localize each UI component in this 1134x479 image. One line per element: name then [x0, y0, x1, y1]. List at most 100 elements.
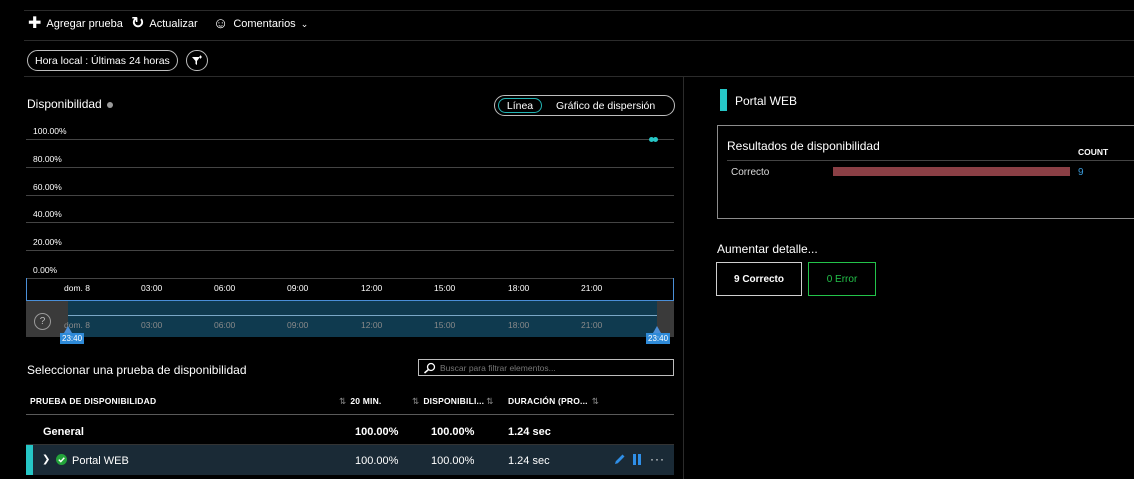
info-dot-icon: [106, 101, 113, 108]
time-brush[interactable]: [26, 301, 674, 337]
pause-icon[interactable]: [632, 454, 642, 465]
row-availability: 100.00%: [431, 455, 475, 467]
add-test-label: Agregar prueba: [46, 18, 123, 30]
col-header-duration[interactable]: DURACIÓN (PRO... ⇅: [508, 396, 603, 407]
sort-icon: ⇅: [486, 396, 494, 406]
col-header-20min[interactable]: ⇅ 20 MIN.: [339, 396, 382, 407]
y-tick-label: 100.00%: [33, 126, 67, 136]
chart-gridline: [26, 139, 674, 140]
x-tick-label: 03:00: [141, 283, 163, 293]
brush-tick-label: 21:00: [581, 320, 603, 330]
chart-gridline: [26, 194, 674, 196]
sort-icon: ⇅: [339, 396, 347, 406]
refresh-button[interactable]: ↻ Actualizar: [131, 14, 198, 34]
toggle-scatter[interactable]: Gráfico de dispersión: [556, 98, 655, 113]
toggle-line[interactable]: Línea: [498, 98, 542, 113]
feedback-button[interactable]: ☺ Comentarios ⌄: [213, 14, 308, 34]
col-header-availability-label: DISPONIBILI...: [423, 396, 485, 406]
add-filter-button[interactable]: [186, 50, 208, 71]
col-header-availability[interactable]: ⇅ DISPONIBILI... ⇅: [412, 396, 498, 407]
row-availability: 100.00%: [431, 426, 475, 438]
count-header: COUNT: [1078, 147, 1109, 157]
col-header-test-label: PRUEBA DE DISPONIBILIDAD: [30, 396, 157, 406]
row-duration: 1.24 sec: [508, 426, 551, 438]
refresh-label: Actualizar: [149, 18, 198, 30]
chevron-down-icon: ⌄: [300, 18, 309, 29]
brush-line: [26, 315, 674, 316]
result-count[interactable]: 9: [1078, 167, 1084, 178]
y-tick-label: 40.00%: [33, 209, 62, 220]
x-tick-label: 21:00: [581, 283, 603, 293]
success-filter-button[interactable]: 9 Correcto: [716, 262, 802, 296]
col-header-duration-label: DURACIÓN (PRO...: [508, 396, 588, 406]
search-icon: [424, 362, 436, 374]
chart-gridline: [26, 166, 674, 168]
feedback-label: Comentarios: [233, 18, 296, 30]
brush-end-time: 23:40: [646, 333, 671, 344]
row-name: General: [43, 426, 84, 438]
brush-marker-right-icon: [653, 326, 661, 333]
x-tick-label: 09:00: [287, 283, 309, 293]
drill-down-title: Aumentar detalle...: [717, 242, 818, 256]
add-test-button[interactable]: ✚ Agregar prueba: [28, 14, 123, 34]
results-title: Resultados de disponibilidad: [727, 139, 880, 153]
chevron-right-icon[interactable]: ❯: [42, 454, 50, 465]
brush-tick-label: 15:00: [434, 320, 456, 330]
toolbar-divider: [24, 10, 1134, 11]
more-options-icon[interactable]: ···: [650, 452, 665, 466]
search-box[interactable]: [418, 359, 674, 376]
row-duration: 1.24 sec: [508, 455, 550, 467]
chart-gridline: [26, 250, 674, 252]
y-tick-label: 0.00%: [33, 265, 58, 275]
x-tick-label: 15:00: [434, 283, 456, 293]
col-header-20min-label: 20 MIN.: [350, 396, 382, 406]
row-20min: 100.00%: [355, 426, 399, 438]
x-tick-label: 06:00: [214, 283, 236, 293]
result-label: Correcto: [731, 167, 770, 178]
y-tick-label: 20.00%: [33, 237, 62, 248]
toolbar-divider-bottom: [24, 40, 1134, 41]
row-20min: 100.00%: [355, 455, 399, 467]
x-tick-label: 12:00: [361, 283, 383, 293]
chart-title-text: Disponibilidad: [27, 97, 102, 111]
smiley-icon: ☺: [213, 15, 229, 32]
help-icon[interactable]: ?: [34, 313, 51, 330]
brush-tick-label: 12:00: [361, 320, 383, 330]
detail-title: Portal WEB: [735, 94, 798, 108]
row-accent: [26, 445, 33, 475]
row-name: Portal WEB: [72, 455, 129, 467]
chart-data-point[interactable]: [653, 137, 658, 142]
success-check-icon: [56, 454, 67, 465]
brush-marker-left-icon: [64, 326, 72, 333]
refresh-icon: ↻: [131, 15, 145, 32]
brush-start-time: 23:40: [60, 333, 85, 344]
col-header-test[interactable]: PRUEBA DE DISPONIBILIDAD: [30, 396, 156, 406]
results-divider: [727, 160, 1134, 161]
brush-tick-label: 06:00: [214, 320, 236, 330]
test-list-title: Seleccionar una prueba de disponibilidad: [27, 363, 247, 377]
x-tick-label: 18:00: [508, 283, 530, 293]
search-input[interactable]: [440, 362, 660, 373]
sort-icon: ⇅: [591, 396, 600, 406]
chart-type-toggle: Línea Gráfico de dispersión: [494, 95, 675, 116]
edit-icon[interactable]: [613, 453, 626, 466]
chart-x-axis-box: [26, 278, 674, 301]
table-header-divider: [26, 414, 674, 415]
section-divider: [24, 76, 1134, 77]
panel-divider: [683, 76, 684, 479]
sort-icon: ⇅: [412, 396, 420, 406]
chart-title: Disponibilidad: [27, 97, 113, 111]
chart-gridline: [26, 222, 674, 224]
brush-tick-label: 09:00: [287, 320, 309, 330]
toolbar: ✚ Agregar prueba ↻ Actualizar ☺ Comentar…: [0, 0, 1134, 44]
error-filter-button[interactable]: 0 Error: [808, 262, 876, 296]
y-tick-label: 80.00%: [33, 153, 62, 164]
brush-tick-label: 18:00: [508, 320, 530, 330]
plus-icon: ✚: [28, 15, 42, 32]
filter-icon: [192, 55, 202, 65]
portal-color-marker: [720, 89, 727, 111]
time-range-label: Hora local : Últimas 24 horas: [35, 54, 170, 67]
y-tick-label: 60.00%: [33, 181, 62, 192]
time-range-pill[interactable]: Hora local : Últimas 24 horas: [27, 50, 178, 71]
x-tick-label: dom. 8: [64, 283, 90, 293]
